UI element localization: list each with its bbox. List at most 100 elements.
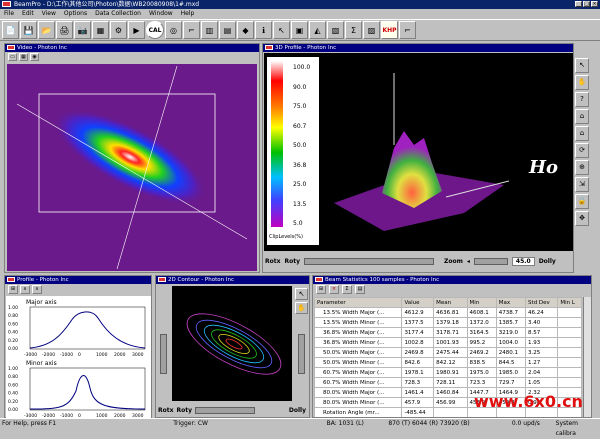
contour-dolly-slider[interactable] [298, 334, 305, 374]
zoom-slider[interactable] [473, 257, 508, 265]
contour-view[interactable] [172, 286, 292, 401]
stats-header-cell[interactable]: Min [466, 297, 497, 308]
stats-cell: 1980.91 [433, 367, 468, 378]
video-title-bar: Video - Photon Inc [5, 44, 259, 52]
minimize-button[interactable]: _ [575, 1, 582, 7]
contour-rotx-slider[interactable] [160, 334, 167, 374]
stats-header-cell[interactable]: Min L [557, 297, 582, 308]
stats-cell [557, 377, 582, 388]
stats-cell: 36.8% Width Minor (... [314, 337, 403, 348]
colorbar-tick-label: 50.0 [293, 142, 307, 149]
stats-cell [557, 337, 582, 348]
close-button[interactable]: × [591, 1, 598, 7]
rotate-icon[interactable]: ⟳ [575, 143, 589, 158]
menu-help[interactable]: Help [181, 9, 195, 19]
photon-icon[interactable]: ◆ [237, 21, 254, 39]
beam-icon[interactable]: ◎ [165, 21, 182, 39]
roty-slider[interactable] [304, 257, 435, 265]
stats-cell: 729.7 [495, 377, 527, 388]
khp-button[interactable]: KHP [381, 21, 398, 39]
home-icon[interactable]: ⌂ [575, 109, 589, 124]
stats-options-icon[interactable]: ⊞ [316, 285, 326, 294]
stats-clear-icon[interactable]: × [329, 285, 339, 294]
stats-header-cell[interactable]: Std Dev [525, 297, 559, 308]
zoom-icon[interactable]: ⊕ [575, 160, 589, 175]
app-title-bar: BeamPro - D:\工作\其他公司\Photon\数据\WB2008090… [0, 0, 600, 9]
sample-icon[interactable]: ▣ [291, 21, 308, 39]
fit-icon[interactable]: ⇲ [575, 177, 589, 192]
menu-view[interactable]: View [42, 9, 56, 19]
stats-row[interactable]: 50.0% Width Minor (... 842.6 842.12 838.5 84… [314, 357, 582, 368]
colorbar-tick-label: 5.0 [293, 220, 303, 227]
histo-icon[interactable]: ▧ [327, 21, 344, 39]
camera-icon[interactable]: 📷 [74, 21, 91, 39]
gun-icon[interactable]: ⌐ [183, 21, 200, 39]
cursor-icon[interactable]: ↖ [575, 58, 589, 73]
profile-tool-icon-1[interactable]: ⊞ [8, 285, 18, 294]
zoom-arrow-icon[interactable]: ◂ [467, 258, 470, 265]
stats-sigma-icon[interactable]: Σ [342, 285, 352, 294]
maximize-button[interactable]: □ [583, 1, 590, 7]
cursor-icon[interactable]: ↖ [273, 21, 290, 39]
folder-icon[interactable]: 📂 [38, 21, 55, 39]
stats-cell: 1001.93 [433, 337, 468, 348]
stats-row[interactable]: 36.8% Width Major (... 3177.4 3178.71 3164.… [314, 327, 582, 338]
x-tick-label: 1000 [96, 352, 108, 358]
contour-roty-slider[interactable] [195, 406, 256, 414]
menu-file[interactable]: File [4, 9, 14, 19]
stats-row[interactable]: 13.5% Width Minor (... 1377.5 1379.18 1372.… [314, 317, 582, 328]
video-tool-icon-1[interactable]: ▭ [8, 53, 17, 61]
play-icon[interactable]: ▶ [128, 21, 145, 39]
chart-icon[interactable]: ▤ [219, 21, 236, 39]
zoom-value[interactable]: 45.0 [511, 256, 535, 266]
stats-header-cell[interactable]: Value [401, 297, 435, 308]
stats-row[interactable]: 50.0% Width Major (... 2469.8 2475.44 2469.… [314, 347, 582, 358]
stats-header-cell[interactable]: Parameter [314, 297, 403, 308]
x-tick-label: -1000 [60, 352, 73, 358]
stats-header-cell[interactable]: Mean [433, 297, 468, 308]
video-tool-icon-3[interactable]: ◉ [30, 53, 39, 61]
menu-options[interactable]: Options [64, 9, 87, 19]
contour-hand-icon[interactable]: ✋ [295, 302, 308, 314]
stats-header-cell[interactable]: Max [495, 297, 527, 308]
video-tool-icon-2[interactable]: ▦ [19, 53, 28, 61]
calibrate-button[interactable]: CAL [146, 21, 164, 39]
menu-edit[interactable]: Edit [22, 9, 34, 19]
contour-cursor-icon[interactable]: ↖ [295, 288, 308, 300]
bars-icon[interactable]: ▥ [201, 21, 218, 39]
profile-tool-icon-3[interactable]: ∧ [32, 285, 42, 294]
stats-log-icon[interactable]: ▤ [355, 285, 365, 294]
stats-window-icon [315, 277, 323, 282]
colorbar-label: ClipLevels(%) [269, 234, 303, 240]
gun2-icon[interactable]: ⌐ [399, 21, 416, 39]
settings-icon[interactable]: ⚙ [110, 21, 127, 39]
hist2-icon[interactable]: ▨ [363, 21, 380, 39]
3d-icon[interactable]: ◭ [309, 21, 326, 39]
contour-title-bar: 2D Contour - Photon Inc [156, 276, 309, 284]
save-icon[interactable]: 💾 [20, 21, 37, 39]
colorbar-tick-label: 100.0 [293, 64, 311, 71]
hand-icon[interactable]: ✋ [575, 75, 589, 90]
stats-row[interactable]: 13.5% Width Major (... 4612.9 4636.81 4608.… [314, 307, 582, 318]
beam-image[interactable] [7, 64, 257, 271]
info-icon[interactable]: ℹ [255, 21, 272, 39]
stats-icon[interactable]: Σ [345, 21, 362, 39]
stats-cell: 46.24 [525, 307, 559, 318]
lock-icon[interactable]: 🔒 [575, 194, 589, 209]
profile-tool-icon-2[interactable]: ∧ [20, 285, 30, 294]
house-icon[interactable]: ⌂ [575, 126, 589, 141]
stats-row[interactable]: 60.7% Width Minor (... 728.3 728.11 723.3 72… [314, 377, 582, 388]
menu-data-collection[interactable]: Data Collection [95, 9, 141, 19]
profile-toolbar: ⊞ ∧ ∧ [5, 284, 151, 295]
stats-row[interactable]: 60.7% Width Major (... 1978.1 1980.91 1975.… [314, 367, 582, 378]
colorbar [271, 61, 283, 227]
stats-row[interactable]: 36.8% Width Minor (... 1002.8 1001.93 995.2… [314, 337, 582, 348]
help-icon[interactable]: ? [575, 92, 589, 107]
pan-icon[interactable]: ✥ [575, 211, 589, 226]
grid-icon[interactable]: ▦ [92, 21, 109, 39]
stats-scrollbar[interactable] [583, 297, 591, 417]
menu-window[interactable]: Window [149, 9, 173, 19]
print-icon[interactable]: 🖨 [56, 21, 73, 39]
status-rate: 0.0 upd/s [511, 420, 540, 427]
open-icon[interactable]: 📄 [2, 21, 19, 39]
